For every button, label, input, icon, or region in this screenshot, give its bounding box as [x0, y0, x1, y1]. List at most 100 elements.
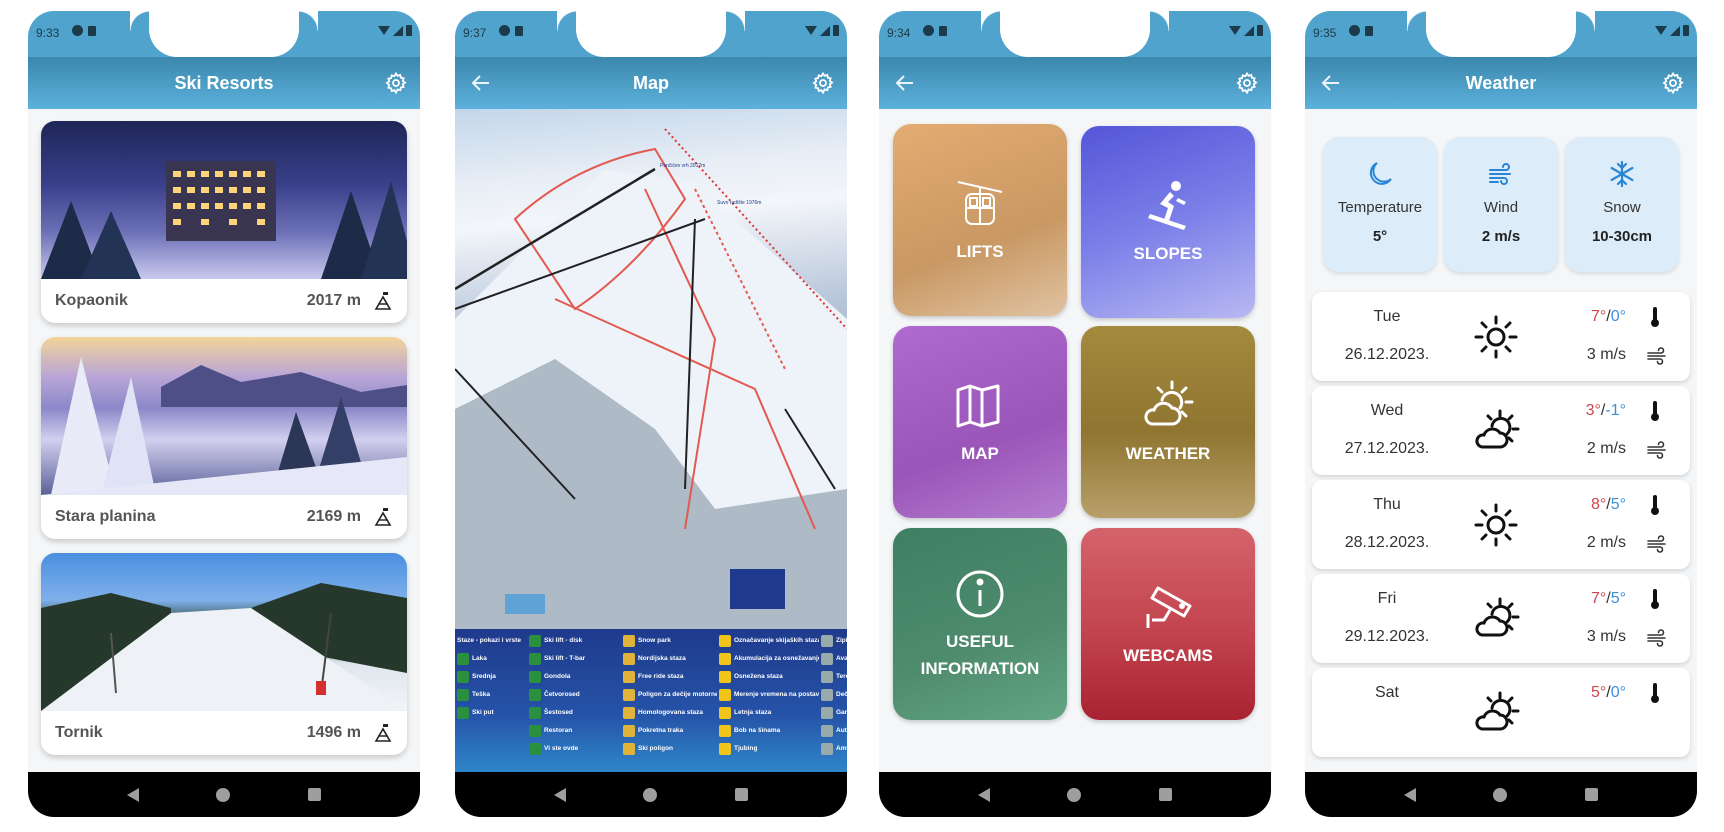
tile-lifts[interactable]: LIFTS — [893, 124, 1067, 316]
ski-trail-map[interactable]: Pančićev vrh 2017m Suvo rudište 1976m — [455, 109, 847, 629]
resort-card-stara-planina[interactable]: Stara planina 2169 m — [41, 337, 407, 539]
legend-symbol-icon — [529, 724, 541, 737]
page-title: Map — [633, 72, 669, 93]
legend-symbol-icon — [623, 634, 635, 647]
system-nav-bar — [1305, 772, 1697, 817]
legend-label: Ski put — [472, 709, 494, 716]
settings-gear-icon[interactable] — [1661, 71, 1685, 95]
legend-label: Dečji — [836, 691, 847, 698]
nav-recents-button[interactable] — [735, 788, 749, 801]
forecast-day: Fri — [1377, 590, 1397, 607]
wifi-icon — [1655, 26, 1667, 35]
nav-home-button[interactable] — [1493, 787, 1508, 802]
partly-cloudy-icon — [1475, 409, 1520, 449]
legend-item: Avant — [821, 651, 847, 666]
legend-label: Ski poligon — [638, 745, 674, 752]
resort-card-kopaonik[interactable]: Kopaonik 2017 m — [41, 121, 407, 323]
mountain-flag-icon — [374, 508, 392, 526]
nav-back-button[interactable] — [977, 787, 990, 802]
resort-photo — [41, 553, 407, 711]
settings-gear-icon[interactable] — [1235, 71, 1259, 95]
forecast-day-card[interactable]: Fri 29.12.2023. 7°/5° 3 m/s — [1312, 574, 1690, 663]
nav-recents-button[interactable] — [1159, 788, 1173, 801]
current-snow-card: Snow 10-30cm — [1565, 137, 1679, 272]
forecast-day-card[interactable]: Sat 5°/0° — [1312, 668, 1690, 757]
nav-recents-button[interactable] — [308, 788, 322, 801]
legend-column: Zipline Avant Teren Dečji Garaž Autob. stanic… — [821, 633, 847, 768]
mountain-flag-icon — [374, 724, 392, 742]
forecast-date: 29.12.2023. — [1344, 628, 1430, 645]
legend-item: Šestosed — [529, 705, 621, 720]
forecast-temperature: 3°/-1° — [1586, 402, 1626, 420]
temp-high: 5° — [1590, 684, 1607, 701]
nav-back-button[interactable] — [1403, 787, 1416, 802]
cable-car-icon — [957, 180, 1003, 225]
sunny-icon — [1474, 315, 1518, 359]
forecast-day-card[interactable]: Thu 28.12.2023. 8°/5° 2 m/s — [1312, 480, 1690, 569]
legend-item: Restoran — [529, 723, 621, 738]
legend-label: Ski lift - disk — [544, 637, 583, 644]
wind-icon — [1489, 163, 1511, 185]
legend-item: Garaž — [821, 705, 847, 720]
sd-card-icon — [939, 25, 947, 36]
forecast-day: Thu — [1373, 496, 1401, 513]
legend-column: Snow park Nordijska staza Free ride staza P… — [623, 633, 717, 768]
wifi-icon — [1229, 26, 1241, 35]
tile-slopes[interactable]: SLOPES — [1081, 126, 1255, 318]
legend-symbol-icon — [821, 634, 833, 647]
status-bar: 9:34 — [879, 11, 1271, 57]
status-time: 9:37 — [463, 26, 487, 40]
legend-symbol-icon — [821, 670, 833, 683]
back-arrow-icon[interactable] — [469, 71, 493, 95]
app-bar: Map — [455, 57, 847, 109]
nav-recents-button[interactable] — [1585, 788, 1599, 801]
legend-item: Nordijska staza — [623, 651, 717, 666]
stat-value: 5° — [1372, 228, 1388, 245]
signal-icon — [1670, 25, 1680, 36]
tile-map[interactable]: MAP — [893, 326, 1067, 518]
tile-useful-information[interactable]: USEFUL INFORMATION — [893, 528, 1067, 720]
nav-home-button[interactable] — [643, 787, 658, 802]
back-arrow-icon[interactable] — [893, 71, 917, 95]
legend-symbol-icon — [457, 688, 469, 701]
signal-icon — [820, 25, 830, 36]
temp-low: 0° — [1610, 684, 1626, 701]
forecast-day-card[interactable]: Wed 27.12.2023. 3°/-1° 2 m/s — [1312, 386, 1690, 475]
legend-column: Ski lift - disk Ski lift - T-bar Gondola Če… — [529, 633, 621, 768]
settings-gear-icon[interactable] — [811, 71, 835, 95]
legend-symbol-icon — [529, 706, 541, 719]
legend-item: Zipline — [821, 633, 847, 648]
tile-weather[interactable]: WEATHER — [1081, 326, 1255, 518]
nav-home-button[interactable] — [216, 787, 231, 802]
camera-notch — [576, 11, 745, 57]
forecast-wind: 3 m/s — [1586, 628, 1626, 645]
status-bar: 9:37 — [455, 11, 847, 57]
settings-gear-icon[interactable] — [384, 71, 408, 95]
tile-webcams[interactable]: WEBCAMS — [1081, 528, 1255, 720]
nav-back-button[interactable] — [553, 787, 566, 802]
tile-label: USEFUL INFORMATION — [920, 632, 1040, 678]
phone-resort-menu: 9:34 LIFTS SLOPES MAP WEATHER USEFUL INFO… — [879, 11, 1271, 817]
forecast-day-card[interactable]: Tue 26.12.2023. 7°/0° 3 m/s — [1312, 292, 1690, 381]
app-bar: Ski Resorts — [28, 57, 420, 109]
nav-home-button[interactable] — [1067, 787, 1082, 802]
map-viewer[interactable]: Pančićev vrh 2017m Suvo rudište 1976m St… — [455, 109, 847, 772]
legend-item: Homologovana staza — [623, 705, 717, 720]
legend-item: Dečji — [821, 687, 847, 702]
resort-altitude: 1496 m — [306, 724, 361, 741]
back-arrow-icon[interactable] — [1319, 71, 1343, 95]
legend-symbol-icon — [457, 706, 469, 719]
nav-back-button[interactable] — [126, 787, 139, 802]
forecast-temperature: 8°/5° — [1591, 496, 1626, 514]
legend-item: Gondola — [529, 669, 621, 684]
legend-label: Staze - pokazi i vrste — [457, 637, 521, 644]
forecast-temperature: 7°/5° — [1591, 590, 1626, 608]
camera-notch — [1426, 11, 1595, 57]
system-nav-bar — [28, 772, 420, 817]
legend-item: Ski lift - T-bar — [529, 651, 621, 666]
phone-map: 9:37 Map Pančićev vrh 2017m Suvo rudište… — [455, 11, 847, 817]
app-bar — [879, 57, 1271, 109]
legend-item: Autob. stanica — [821, 723, 847, 738]
resort-card-tornik[interactable]: Tornik 1496 m — [41, 553, 407, 755]
forecast-date: 28.12.2023. — [1344, 534, 1430, 551]
